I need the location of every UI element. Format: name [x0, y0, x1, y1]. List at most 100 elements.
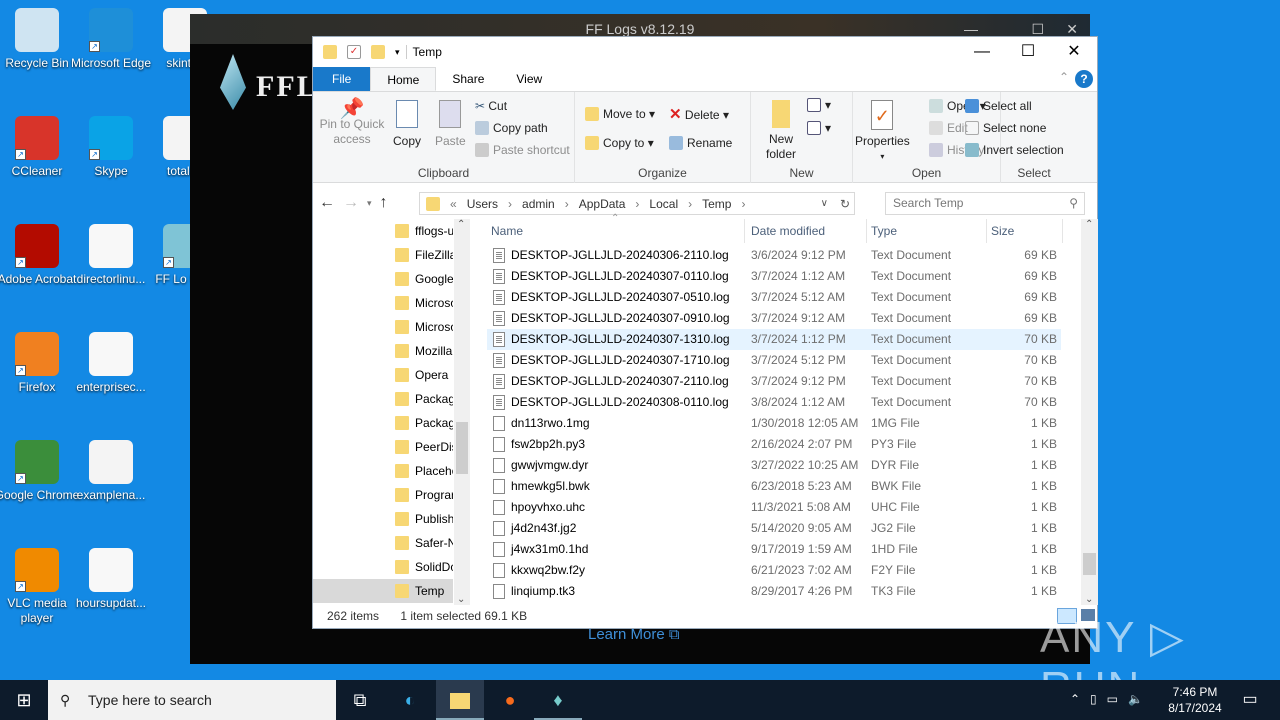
select-none-button[interactable]: Select none: [965, 121, 1046, 136]
address-dropdown-icon[interactable]: ∨: [821, 198, 828, 209]
nav-item[interactable]: Microso: [313, 291, 453, 315]
nav-item[interactable]: Safer-N: [313, 531, 453, 555]
nav-item[interactable]: FileZilla: [313, 243, 453, 267]
nav-item[interactable]: Placeho: [313, 459, 453, 483]
file-row[interactable]: DESKTOP-JGLLJLD-20240307-0910.log 3/7/202…: [487, 308, 1061, 329]
file-row[interactable]: hpoyvhxo.uhc 11/3/2021 5:08 AM UHC File 1 K…: [487, 497, 1061, 518]
taskbar-file-explorer[interactable]: [436, 680, 484, 720]
file-row[interactable]: DESKTOP-JGLLJLD-20240307-0110.log 3/7/202…: [487, 266, 1061, 287]
nav-item[interactable]: Publish: [313, 507, 453, 531]
breadcrumb-item[interactable]: Temp: [702, 197, 731, 211]
up-button[interactable]: ↑: [380, 194, 388, 212]
tab-view[interactable]: View: [500, 67, 558, 91]
minimize-button[interactable]: —: [959, 37, 1005, 67]
file-row[interactable]: linqiump.tk3 8/29/2017 4:26 PM TK3 File 1 K…: [487, 581, 1061, 602]
column-header-name[interactable]: Name: [487, 219, 745, 243]
file-list-scrollbar[interactable]: ⌃ ⌄: [1081, 219, 1098, 605]
nav-item[interactable]: SolidDc: [313, 555, 453, 579]
delete-button[interactable]: ✕ Delete ▾: [669, 107, 729, 123]
file-row[interactable]: hmewkg5l.bwk 6/23/2018 5:23 AM BWK File 1 K…: [487, 476, 1061, 497]
nav-item[interactable]: Mozilla: [313, 339, 453, 363]
breadcrumb-item[interactable]: Users: [467, 197, 498, 211]
breadcrumb-item[interactable]: Local: [649, 197, 678, 211]
column-header-type[interactable]: Type: [867, 219, 987, 243]
tab-file[interactable]: File: [313, 67, 371, 91]
new-folder-quick-icon[interactable]: [371, 45, 385, 59]
column-header-size[interactable]: Size: [987, 219, 1063, 243]
nav-scrollbar[interactable]: ⌃ ⌄: [454, 219, 470, 605]
nav-item[interactable]: Microso: [313, 315, 453, 339]
nav-scrollbar-thumb[interactable]: [456, 422, 468, 474]
desktop-icon[interactable]: examplena...: [66, 440, 156, 503]
properties-quick-icon[interactable]: ✓: [347, 45, 361, 59]
desktop-icon[interactable]: enterprisec...: [66, 332, 156, 395]
tab-home[interactable]: Home: [370, 67, 437, 91]
clock[interactable]: 7:46 PM 8/17/2024: [1165, 684, 1225, 716]
nav-item[interactable]: Temp: [313, 579, 453, 603]
nav-item[interactable]: Google: [313, 267, 453, 291]
taskbar-search[interactable]: ⚲ Type here to search: [48, 680, 336, 720]
copy-to-button[interactable]: Copy to ▾: [585, 136, 654, 151]
nav-item[interactable]: Packag: [313, 411, 453, 435]
breadcrumb-item[interactable]: admin: [522, 197, 555, 211]
breadcrumb-separator-icon[interactable]: ›: [565, 197, 569, 211]
taskbar-fflogs[interactable]: ♦: [534, 680, 582, 720]
file-row[interactable]: DESKTOP-JGLLJLD-20240307-0510.log 3/7/202…: [487, 287, 1061, 308]
taskbar-edge[interactable]: ◐: [386, 680, 434, 720]
breadcrumb-separator-icon[interactable]: ›: [635, 197, 639, 211]
nav-item[interactable]: PeerDis: [313, 435, 453, 459]
breadcrumb-separator-icon[interactable]: ›: [688, 197, 692, 211]
system-tray-icons[interactable]: ⌃▯▭🔈: [1070, 692, 1153, 706]
back-button[interactable]: ←: [319, 194, 335, 212]
maximize-button[interactable]: ☐: [1005, 37, 1051, 67]
column-header-date[interactable]: Date modified: [747, 219, 867, 243]
nav-item[interactable]: fflogs-u: [313, 219, 453, 243]
properties-button[interactable]: ✓ Properties ▾: [855, 100, 910, 164]
refresh-icon[interactable]: ↻: [840, 197, 850, 211]
file-row[interactable]: dn113rwo.1mg 1/30/2018 12:05 AM 1MG File 1 …: [487, 413, 1061, 434]
file-row[interactable]: gwwjvmgw.dyr 3/27/2022 10:25 AM DYR File 1 …: [487, 455, 1061, 476]
move-to-button[interactable]: Move to ▾: [585, 107, 655, 122]
search-input[interactable]: Search Temp ⚲: [885, 192, 1085, 215]
file-row[interactable]: DESKTOP-JGLLJLD-20240306-2110.log 3/6/202…: [487, 245, 1061, 266]
file-row[interactable]: kkxwq2bw.f2y 6/21/2023 7:02 AM F2Y File 1 K…: [487, 560, 1061, 581]
cut-button[interactable]: ✂ Cut: [475, 99, 507, 114]
close-button[interactable]: ✕: [1051, 37, 1097, 67]
paste-button[interactable]: Paste: [435, 100, 466, 149]
file-row[interactable]: DESKTOP-JGLLJLD-20240307-1710.log 3/7/202…: [487, 350, 1061, 371]
rename-button[interactable]: Rename: [669, 136, 732, 151]
nav-item[interactable]: Opera: [313, 363, 453, 387]
new-folder-button[interactable]: New folder: [759, 100, 803, 162]
copy-path-button[interactable]: Copy path: [475, 121, 548, 136]
invert-selection-button[interactable]: Invert selection: [965, 143, 1064, 158]
breadcrumb-item[interactable]: AppData: [579, 197, 626, 211]
desktop-icon[interactable]: hoursupdat...: [66, 548, 156, 611]
quick-access-dropdown-icon[interactable]: ▾: [395, 47, 400, 58]
copy-button[interactable]: Copy: [393, 100, 421, 149]
start-button[interactable]: ⊞: [0, 680, 48, 720]
help-icon[interactable]: ?: [1075, 70, 1093, 88]
file-row[interactable]: j4wx31m0.1hd 9/17/2019 1:59 AM 1HD File 1 K…: [487, 539, 1061, 560]
nav-item[interactable]: Packag: [313, 387, 453, 411]
breadcrumb-separator-icon[interactable]: ›: [741, 197, 745, 211]
nav-item[interactable]: Prograr: [313, 483, 453, 507]
address-bar[interactable]: « Users › admin › AppData › Local › Temp › ∨ ↻: [419, 192, 855, 215]
file-row[interactable]: j4d2n43f.jg2 5/14/2020 9:05 AM JG2 File 1 K…: [487, 518, 1061, 539]
tab-share[interactable]: Share: [436, 67, 500, 91]
file-row[interactable]: DESKTOP-JGLLJLD-20240308-0110.log 3/8/202…: [487, 392, 1061, 413]
pin-to-quick-access-button[interactable]: 📌 Pin to Quick access: [319, 99, 385, 147]
file-row[interactable]: fsw2bp2h.py3 2/16/2024 2:07 PM PY3 File 1 K…: [487, 434, 1061, 455]
edit-button[interactable]: Edit: [929, 121, 968, 136]
file-list-scrollbar-thumb[interactable]: [1083, 553, 1096, 575]
notifications-button[interactable]: ▭: [1226, 680, 1274, 720]
collapse-ribbon-icon[interactable]: ⌃: [1059, 70, 1069, 84]
new-item-button[interactable]: ▾: [807, 98, 831, 113]
recent-locations-button[interactable]: ▾: [367, 198, 372, 209]
file-row[interactable]: DESKTOP-JGLLJLD-20240307-2110.log 3/7/202…: [487, 371, 1061, 392]
easy-access-button[interactable]: ▾: [807, 121, 831, 136]
breadcrumb-separator-icon[interactable]: ›: [508, 197, 512, 211]
paste-shortcut-button[interactable]: Paste shortcut: [475, 143, 570, 158]
task-view-button[interactable]: ⧉: [336, 680, 384, 720]
file-row[interactable]: DESKTOP-JGLLJLD-20240307-1310.log 3/7/202…: [487, 329, 1061, 350]
taskbar-firefox[interactable]: ●: [486, 680, 534, 720]
